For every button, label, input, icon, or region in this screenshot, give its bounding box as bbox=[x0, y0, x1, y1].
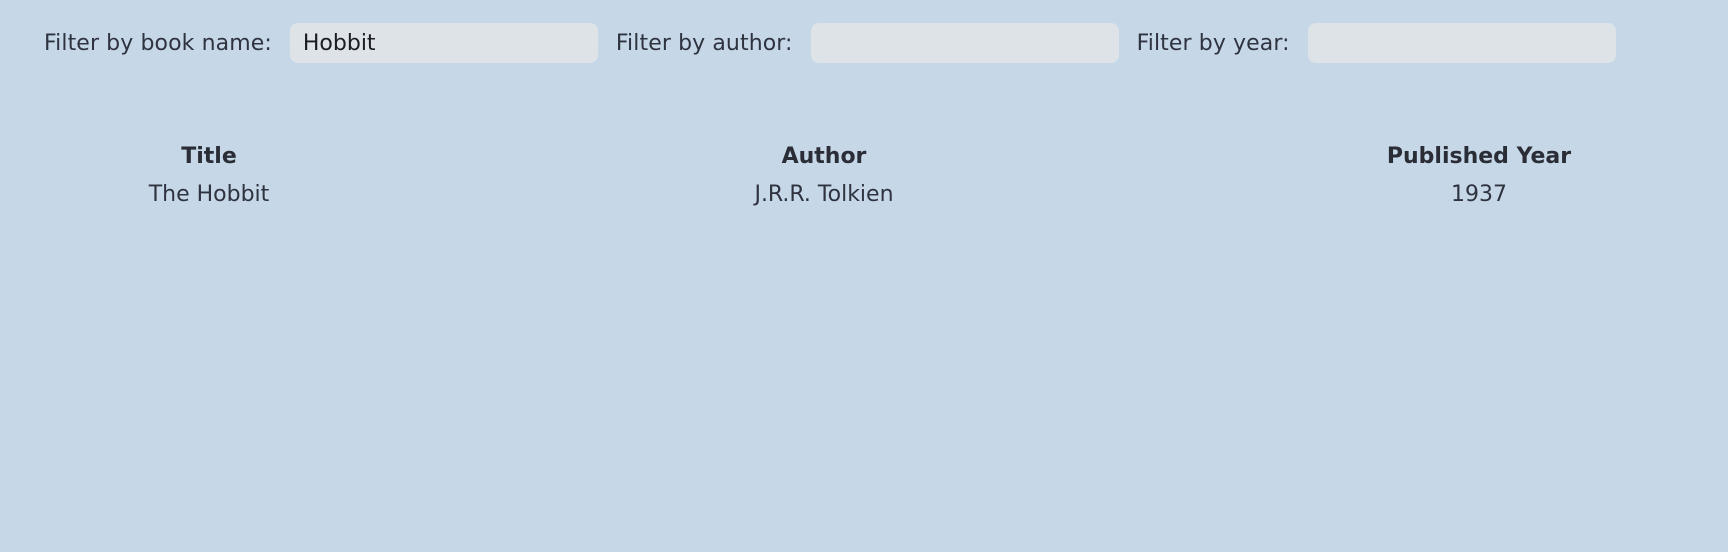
column-header-title: Title bbox=[181, 144, 237, 169]
column-header-author: Author bbox=[781, 144, 867, 169]
author-filter-input[interactable] bbox=[810, 23, 1119, 63]
book-name-filter-input[interactable] bbox=[289, 23, 598, 63]
book-list-page: Filter by book name: Filter by author: F… bbox=[0, 0, 1728, 552]
table-header-row: Title Author Published Year bbox=[0, 142, 1728, 180]
book-name-filter-label: Filter by book name: bbox=[44, 30, 272, 56]
cell-published-year: 1937 bbox=[1451, 182, 1507, 207]
author-filter-label: Filter by author: bbox=[615, 30, 793, 56]
year-filter-label: Filter by year: bbox=[1136, 30, 1290, 56]
table-row: The Hobbit J.R.R. Tolkien 1937 bbox=[0, 180, 1728, 222]
cell-author: J.R.R. Tolkien bbox=[754, 182, 894, 207]
books-table: Title Author Published Year The Hobbit J… bbox=[0, 142, 1728, 222]
column-header-published-year: Published Year bbox=[1386, 144, 1572, 169]
cell-title: The Hobbit bbox=[148, 182, 270, 207]
year-filter-input[interactable] bbox=[1307, 23, 1616, 63]
filter-bar: Filter by book name: Filter by author: F… bbox=[44, 23, 1616, 63]
